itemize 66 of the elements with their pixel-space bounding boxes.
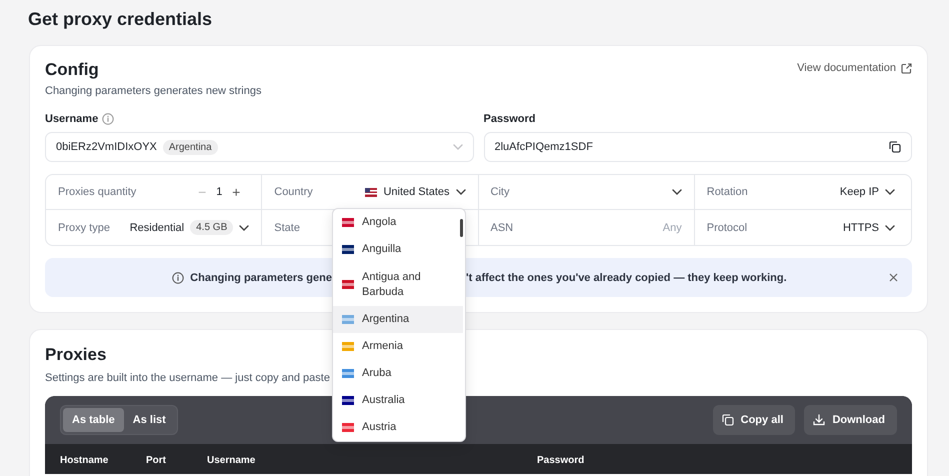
parameter-label: Proxy type	[58, 222, 110, 234]
chevron-down-icon	[672, 189, 682, 195]
column-header: Username	[207, 455, 256, 468]
country-option[interactable]: Antigua and Barbuda	[333, 263, 463, 306]
view-tab[interactable]: As list	[124, 408, 175, 432]
parameter-label: ASN	[490, 222, 514, 234]
field-value: 2luAfcPIQemz1SDF	[494, 141, 594, 153]
parameter-select[interactable]: City	[478, 175, 695, 210]
country-option[interactable]: Anguilla	[333, 236, 463, 263]
page-title: Get proxy credentials	[28, 8, 214, 30]
parameter-label: State	[274, 222, 300, 234]
country-option[interactable]: Armenia	[333, 333, 463, 360]
view-tab[interactable]: As table	[63, 408, 124, 432]
field-label: Password	[484, 113, 536, 125]
parameter-label: Country	[274, 186, 313, 198]
column-header: Hostname	[60, 455, 110, 468]
section-title: Config	[45, 59, 99, 81]
download-button[interactable]: Download	[804, 405, 897, 435]
chevron-down-icon	[885, 189, 895, 195]
parameter-input[interactable]: ASN Any	[478, 210, 695, 245]
username-select[interactable]: 0biERz2VmIDIxOYX Argentina	[45, 132, 474, 162]
country-option[interactable]: Argentina	[333, 306, 463, 333]
country-option[interactable]: Aruba	[333, 360, 463, 387]
select-value: Residential	[130, 222, 184, 234]
section-subtitle: Changing parameters generates new strings	[45, 84, 262, 98]
parameter-select[interactable]: Proxy type Residential 4.5 GB	[46, 210, 262, 245]
external-link-icon	[901, 62, 912, 74]
data-badge: 4.5 GB	[190, 220, 234, 235]
parameter-label: Rotation	[706, 186, 748, 198]
select-value: Keep IP	[840, 186, 879, 198]
column-header: Password	[537, 455, 586, 468]
select-value: United States	[383, 186, 450, 198]
parameter-select[interactable]: Protocol HTTPS	[694, 210, 911, 245]
copy-icon	[722, 414, 734, 426]
country-badge: Argentina	[162, 140, 218, 154]
documentation-link[interactable]: View documentation	[797, 62, 912, 74]
quantity-value: 1	[215, 186, 224, 198]
password-field[interactable]: 2luAfcPIQemz1SDF	[484, 132, 912, 162]
info-icon	[102, 113, 114, 125]
scrollbar-thumb[interactable]	[460, 219, 463, 237]
section-subtitle: Settings are built into the username — just copy and paste	[45, 371, 330, 385]
info-icon	[172, 272, 184, 284]
field-value: 0biERz2VmIDIxOYX	[56, 141, 157, 153]
increment-button[interactable]: +	[223, 184, 250, 200]
country-option[interactable]: Australia	[333, 387, 463, 414]
parameter-select[interactable]: Rotation Keep IP	[694, 175, 911, 210]
column-header: Port	[146, 455, 167, 468]
parameter-label: Proxies quantity	[58, 186, 136, 198]
banner-text: 't affect the ones you've already copied — they keep working.	[466, 272, 788, 284]
parameter-label: City	[490, 186, 510, 198]
country-option[interactable]: Austria	[333, 414, 463, 441]
copy-icon	[889, 141, 901, 153]
select-value: HTTPS	[842, 222, 879, 234]
banner-text: Changing parameters gene	[190, 272, 332, 284]
close-icon[interactable]	[889, 273, 898, 282]
chevron-down-icon	[452, 144, 462, 150]
section-title: Proxies	[45, 344, 106, 366]
parameter-label: Protocol	[706, 222, 748, 234]
country-option[interactable]: Angola	[333, 209, 463, 236]
chevron-down-icon	[456, 189, 466, 195]
field-label: Username	[45, 113, 98, 125]
copy-all-button[interactable]: Copy all	[712, 405, 796, 435]
chevron-down-icon	[239, 224, 250, 230]
chevron-down-icon	[885, 224, 895, 230]
input-placeholder: Any	[662, 222, 682, 234]
download-icon	[813, 414, 826, 426]
